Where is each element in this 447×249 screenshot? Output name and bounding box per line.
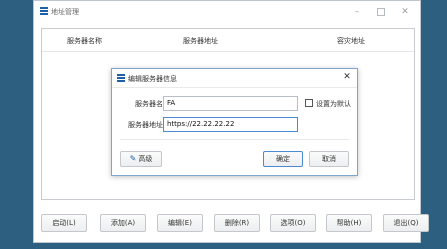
set-default-checkbox[interactable] (305, 99, 313, 107)
table-header: 服务器名称 服务器地址 容灾地址 (42, 29, 414, 52)
start-button[interactable]: 启动(L) (41, 214, 87, 232)
window-titlebar[interactable]: 地址管理 – ✕ (34, 1, 420, 23)
help-button[interactable]: 帮助(H) (326, 214, 372, 232)
maximize-button[interactable] (374, 5, 388, 19)
dialog-title: 编辑服务器信息 (128, 75, 177, 83)
exit-button[interactable]: 退出(Q) (383, 214, 429, 232)
dialog-close-button[interactable]: ✕ (341, 71, 353, 83)
column-header-backup-address[interactable]: 容灾地址 (337, 36, 365, 46)
ok-button[interactable]: 确定 (263, 151, 303, 167)
dialog-divider (120, 139, 349, 140)
edit-button[interactable]: 编辑(E) (157, 214, 203, 232)
options-button[interactable]: 选项(O) (270, 214, 316, 232)
add-button[interactable]: 添加(A) (100, 214, 146, 232)
menu-icon (117, 74, 125, 82)
column-header-server-name[interactable]: 服务器名称 (67, 36, 102, 46)
menu-icon (40, 7, 48, 16)
column-header-server-address[interactable]: 服务器地址 (183, 36, 218, 46)
minimize-button[interactable]: – (350, 5, 364, 19)
dialog-titlebar[interactable]: 编辑服务器信息 ✕ (112, 69, 357, 88)
server-address-input[interactable]: https://22.22.22.22 (163, 117, 298, 132)
set-default-label[interactable]: 设置为默认 (316, 99, 351, 109)
maximize-icon (377, 7, 385, 16)
edit-server-dialog: 编辑服务器信息 ✕ 服务器名： FA 设置为默认 服务器地址： https://… (111, 68, 358, 176)
bottom-toolbar: 启动(L) 添加(A) 编辑(E) 删除(R) 选项(O) 帮助(H) 退出(Q… (34, 201, 429, 244)
wrench-icon: ✎ (129, 154, 137, 163)
cancel-button[interactable]: 取消 (309, 151, 349, 167)
window-title: 地址管理 (51, 8, 79, 16)
advanced-button-label: 高级 (138, 155, 153, 163)
delete-button[interactable]: 删除(R) (214, 214, 260, 232)
server-name-input[interactable]: FA (163, 96, 298, 111)
advanced-button[interactable]: ✎ 高级 (120, 151, 162, 167)
close-button[interactable]: ✕ (398, 5, 412, 19)
